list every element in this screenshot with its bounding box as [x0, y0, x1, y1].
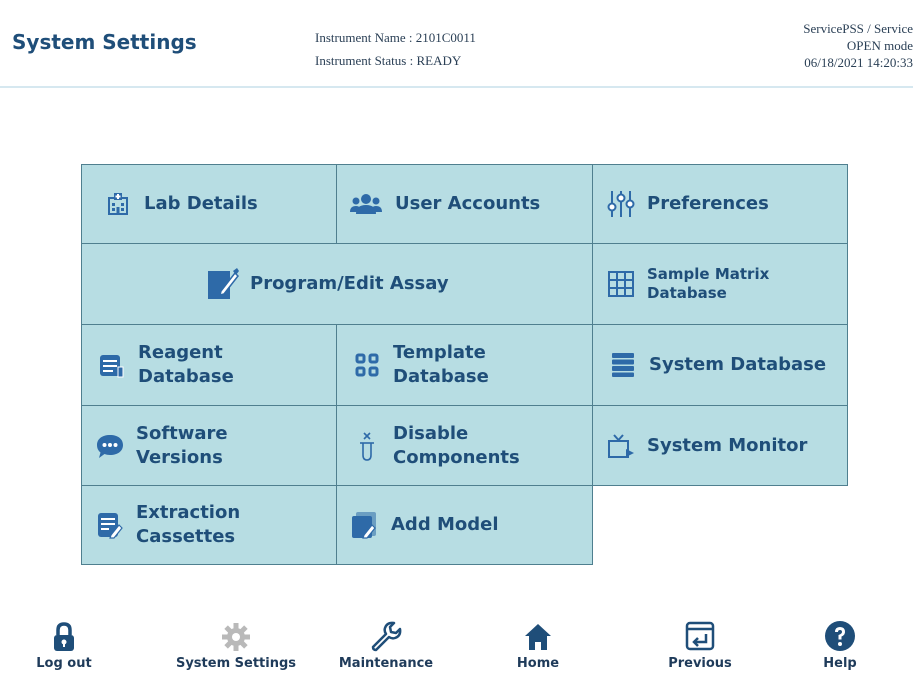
help-nav[interactable]: Help [800, 612, 880, 671]
add-model-label: Add Model [391, 514, 499, 535]
cassette-list-icon [96, 511, 124, 539]
grid-table-icon [607, 270, 635, 298]
hospital-icon [104, 190, 132, 218]
add-model-icon [351, 511, 379, 539]
program-edit-assay-button[interactable]: Program/Edit Assay [81, 243, 593, 325]
user-accounts-label: User Accounts [395, 193, 541, 214]
previous-label: Previous [668, 656, 732, 671]
home-label: Home [516, 656, 560, 671]
disable-line2: Components [393, 446, 520, 468]
lock-icon [24, 612, 104, 652]
maintenance-nav[interactable]: Maintenance [330, 612, 442, 671]
home-icon [498, 612, 578, 652]
add-model-button[interactable]: Add Model [336, 485, 593, 565]
logout-button[interactable]: Log out [24, 612, 104, 671]
system-monitor-button[interactable]: System Monitor [592, 405, 848, 486]
disable-components-label: Disable Components [393, 422, 520, 470]
preferences-label: Preferences [647, 193, 769, 214]
help-icon [800, 612, 880, 652]
user-info: ServicePSS / Service OPEN mode 06/18/202… [803, 20, 913, 71]
chat-bubble-icon [96, 432, 124, 460]
system-database-button[interactable]: System Database [592, 324, 848, 406]
reagent-line2: Database [138, 366, 234, 387]
sample-matrix-database-button[interactable]: Sample Matrix Database [592, 243, 848, 325]
disable-components-button[interactable]: Disable Components [336, 405, 593, 486]
extraction-cassettes-button[interactable]: Extraction Cassettes [81, 485, 337, 565]
lab-details-label: Lab Details [144, 193, 258, 214]
sample-matrix-database-label: Sample Matrix Database [647, 265, 769, 303]
instrument-name: Instrument Name : 2101C0011 [315, 30, 476, 45]
lab-details-button[interactable]: Lab Details [81, 164, 337, 244]
program-edit-assay-label: Program/Edit Assay [250, 273, 449, 294]
instrument-info: Instrument Name : 2101C0011 Instrument S… [315, 26, 476, 72]
component-disable-icon [353, 431, 381, 461]
software-versions-label: Software Versions [136, 422, 228, 470]
reagent-database-label: Reagent Database [138, 341, 234, 389]
reagent-line1: Reagent [138, 342, 223, 363]
template-database-label: Template Database [393, 341, 489, 389]
preferences-button[interactable]: Preferences [592, 164, 848, 244]
template-database-button[interactable]: Template Database [336, 324, 593, 406]
extraction-cassettes-label: Extraction Cassettes [136, 501, 240, 549]
previous-nav[interactable]: Previous [655, 612, 745, 671]
edit-document-icon [206, 267, 240, 301]
header-bar: System Settings Instrument Name : 2101C0… [0, 0, 913, 88]
software-line2: Versions [136, 446, 223, 468]
date-time: 06/18/2021 14:20:33 [804, 55, 913, 70]
user-name: ServicePSS / Service [803, 21, 913, 36]
users-icon [349, 190, 383, 218]
sample-matrix-line2: Database [647, 284, 727, 302]
extraction-line1: Extraction [136, 502, 241, 523]
wrench-icon [330, 612, 442, 652]
home-nav[interactable]: Home [498, 612, 578, 671]
reagent-database-button[interactable]: Reagent Database [81, 324, 337, 406]
template-line2: Database [393, 366, 489, 387]
software-line1: Software [136, 422, 228, 444]
instrument-status: Instrument Status : READY [315, 53, 462, 68]
monitor-tv-icon [607, 432, 635, 460]
template-line1: Template [393, 342, 486, 363]
extraction-line2: Cassettes [136, 526, 236, 547]
maintenance-label: Maintenance [338, 656, 434, 671]
sample-matrix-line1: Sample Matrix [647, 265, 770, 283]
system-settings-nav[interactable]: System Settings [170, 612, 302, 671]
gear-icon [170, 612, 302, 652]
previous-icon [655, 612, 745, 652]
system-database-label: System Database [649, 354, 827, 375]
reagent-list-icon [98, 351, 126, 379]
access-mode: OPEN mode [846, 38, 913, 53]
user-accounts-button[interactable]: User Accounts [336, 164, 593, 244]
template-grid-icon [353, 351, 381, 379]
disable-line1: Disable [393, 422, 469, 444]
database-list-icon [609, 351, 637, 379]
help-label: Help [823, 656, 857, 671]
system-monitor-label: System Monitor [647, 434, 808, 456]
logout-label: Log out [36, 656, 92, 671]
page-title: System Settings [12, 30, 197, 54]
software-versions-button[interactable]: Software Versions [81, 405, 337, 486]
system-settings-nav-label: System Settings [175, 656, 297, 671]
sliders-icon [607, 190, 635, 218]
